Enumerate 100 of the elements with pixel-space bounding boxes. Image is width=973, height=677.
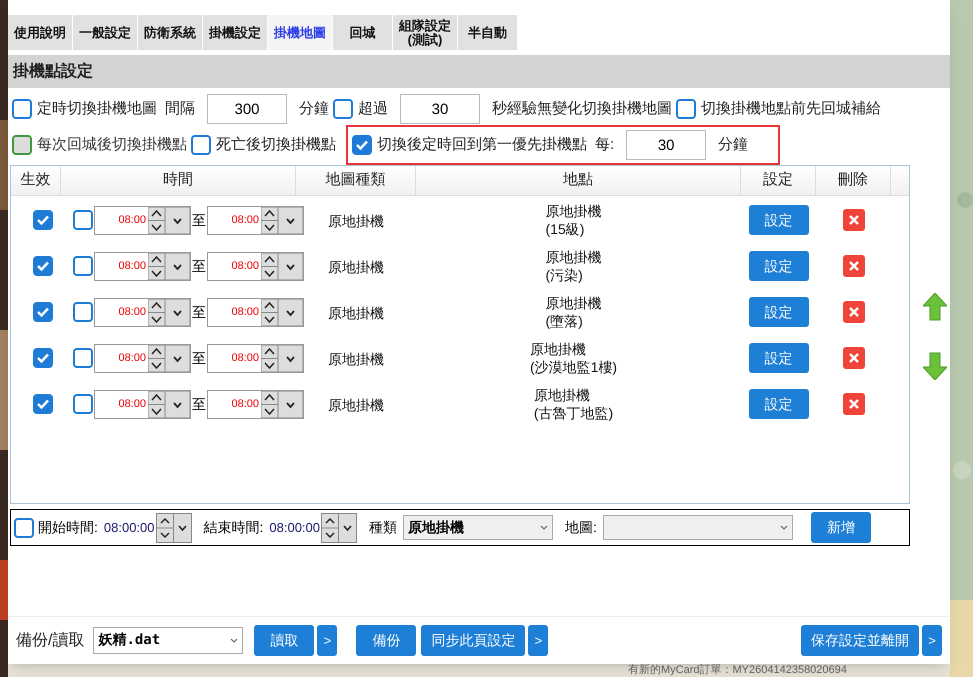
checkbox[interactable]: [33, 256, 53, 276]
time-field[interactable]: 08:00:00: [104, 512, 192, 542]
checkbox[interactable]: [191, 135, 211, 155]
range-separator: 至: [192, 210, 206, 230]
checkbox-label: 每次回城後切換掛機點: [37, 134, 187, 155]
tab[interactable]: 一般設定: [73, 15, 138, 50]
option-label: 秒經驗無變化切換掛機地圖: [492, 98, 672, 119]
checkbox[interactable]: [73, 348, 93, 368]
time-field[interactable]: 08:00: [94, 390, 191, 418]
table-cell-text: 原地掛機: [327, 304, 385, 322]
checkbox-label: 切換後定時回到第一優先掛機點: [377, 134, 587, 155]
checkbox[interactable]: [352, 135, 372, 155]
table-cell-text: 原地掛機: [327, 396, 385, 414]
number-field[interactable]: 300: [207, 94, 287, 124]
time-field[interactable]: 08:00: [207, 390, 304, 418]
delete-icon[interactable]: [842, 255, 864, 277]
option-label: 每:: [595, 134, 614, 155]
tab[interactable]: 防衛系統: [138, 15, 203, 50]
delete-icon[interactable]: [842, 393, 864, 415]
more-button[interactable]: >: [317, 625, 338, 656]
checkbox[interactable]: [333, 99, 353, 119]
more-button[interactable]: >: [922, 625, 942, 656]
field-label: 開始時間:: [38, 518, 98, 537]
checkbox[interactable]: [676, 99, 696, 119]
file-dropdown[interactable]: 妖精.dat: [93, 627, 244, 654]
column-header: 時間: [61, 166, 296, 195]
checkbox[interactable]: [73, 210, 93, 230]
add-button[interactable]: 新增: [810, 512, 871, 543]
tab[interactable]: 回城: [333, 15, 393, 50]
footer-button[interactable]: 讀取: [254, 625, 314, 656]
notice-text: 有新的MyCard訂單：MY2604142358020694: [628, 664, 847, 676]
chevron-down-icon: [230, 638, 238, 644]
column-header: 地圖種類: [296, 166, 416, 195]
table-cell-text: 原地掛機: [327, 350, 385, 368]
table-cell-text: 原地掛機: [327, 212, 385, 230]
delete-icon[interactable]: [842, 301, 864, 323]
tab[interactable]: 掛機地圖: [268, 15, 333, 50]
range-separator: 至: [192, 256, 206, 276]
option-label: 分鐘: [718, 134, 748, 155]
time-field[interactable]: 08:00: [207, 206, 304, 234]
tab[interactable]: 組隊設定 (測試): [393, 15, 458, 50]
tab[interactable]: 使用說明: [8, 15, 73, 50]
option-label: 間隔: [165, 98, 195, 119]
footer-button[interactable]: 同步此頁設定: [421, 625, 526, 656]
location-text: 原地掛機 (污染): [546, 248, 602, 284]
column-header: 設定: [741, 166, 816, 195]
tab[interactable]: 半自動: [458, 15, 518, 50]
location-text: 原地掛機 (古魯丁地監): [534, 386, 614, 422]
time-field[interactable]: 08:00: [94, 252, 191, 280]
time-field[interactable]: 08:00: [207, 298, 304, 326]
checkbox[interactable]: [12, 99, 32, 119]
time-field[interactable]: 08:00:00: [269, 512, 357, 542]
settings-button[interactable]: 設定: [748, 297, 808, 327]
arrow-down-icon[interactable]: [923, 352, 947, 380]
arrow-up-icon[interactable]: [923, 293, 947, 321]
delete-icon[interactable]: [842, 347, 864, 369]
type-dropdown[interactable]: 原地掛機: [403, 515, 553, 540]
footer-button[interactable]: 備份: [356, 625, 416, 656]
settings-button[interactable]: 設定: [748, 251, 808, 281]
location-text: 原地掛機 (15級): [546, 202, 602, 238]
checkbox[interactable]: [33, 394, 53, 414]
checkbox-label: 死亡後切換掛機點: [216, 134, 336, 155]
time-field[interactable]: 08:00: [94, 298, 191, 326]
location-text: 原地掛機 (墮落): [546, 294, 602, 330]
more-button[interactable]: >: [528, 625, 548, 656]
time-field[interactable]: 08:00: [94, 344, 191, 372]
field-label: 種類: [369, 518, 397, 537]
checkbox[interactable]: [33, 302, 53, 322]
footer-label: 備份/讀取: [16, 630, 84, 650]
checkbox[interactable]: [33, 210, 53, 230]
settings-button[interactable]: 設定: [748, 389, 808, 419]
range-separator: 至: [192, 302, 206, 322]
range-separator: 至: [192, 348, 206, 368]
time-field[interactable]: 08:00: [207, 344, 304, 372]
checkbox-label: 切換掛機地點前先回城補給: [701, 98, 881, 119]
checkbox[interactable]: [33, 348, 53, 368]
checkbox[interactable]: [14, 518, 34, 538]
number-field[interactable]: 30: [626, 130, 706, 160]
option-label: 分鐘: [299, 98, 329, 119]
settings-button[interactable]: 設定: [748, 343, 808, 373]
chevron-down-icon: [540, 524, 548, 530]
tab[interactable]: 掛機設定: [203, 15, 268, 50]
checkbox[interactable]: [73, 394, 93, 414]
checkbox[interactable]: [73, 302, 93, 322]
field-label: 地圖:: [565, 518, 597, 537]
settings-button[interactable]: 設定: [748, 205, 808, 235]
section-title: 掛機點設定: [13, 61, 93, 82]
delete-icon[interactable]: [842, 209, 864, 231]
column-header: 生效: [11, 166, 61, 195]
footer-button[interactable]: 保存設定並離開: [801, 625, 919, 656]
checkbox[interactable]: [73, 256, 93, 276]
number-field[interactable]: 30: [400, 94, 480, 124]
checkbox-label: 定時切換掛機地圖: [37, 98, 157, 119]
checkbox-label: 超過: [358, 98, 388, 119]
column-header: 地點: [416, 166, 741, 195]
time-field[interactable]: 08:00: [207, 252, 304, 280]
location-text: 原地掛機 (沙漠地監1樓): [530, 340, 618, 376]
time-field[interactable]: 08:00: [94, 206, 191, 234]
column-header: 刪除: [816, 166, 891, 195]
range-separator: 至: [192, 394, 206, 414]
